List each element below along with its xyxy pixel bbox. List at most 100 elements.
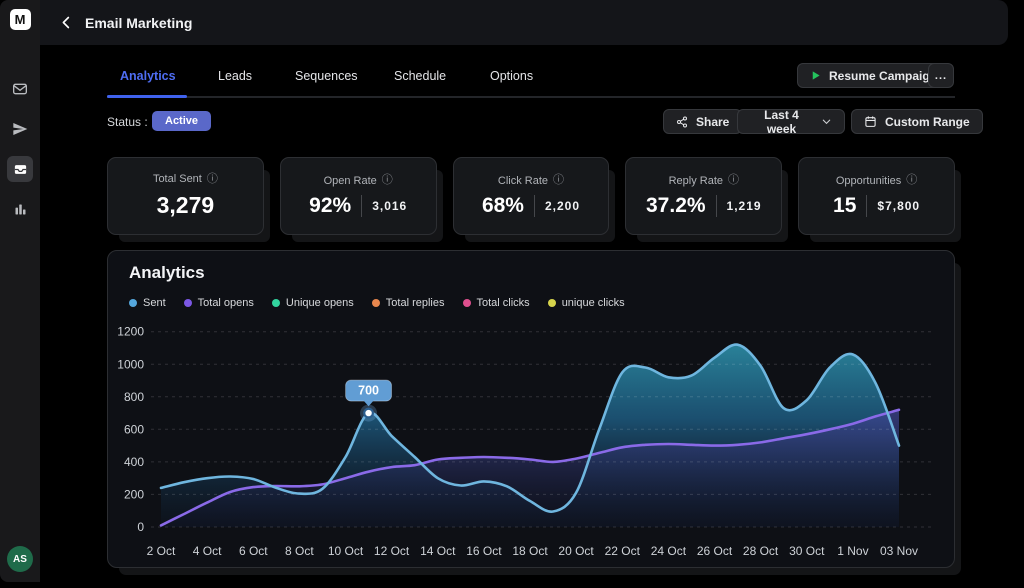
stat-sub-value: 2,200 xyxy=(545,199,580,213)
stat-label: Total Sent xyxy=(153,173,202,185)
x-axis-tick: 30 Oct xyxy=(789,544,825,558)
back-button[interactable] xyxy=(55,12,77,34)
app-window: M A xyxy=(0,0,1024,588)
legend-item: Sent xyxy=(129,297,166,309)
date-range-dropdown[interactable]: Last 4 week xyxy=(737,109,845,134)
tooltip-marker-dot xyxy=(364,409,373,418)
tooltip-value: 700 xyxy=(358,384,379,398)
custom-range-button[interactable]: Custom Range xyxy=(851,109,983,134)
y-axis-tick: 400 xyxy=(124,455,144,469)
stat-value: 37.2% xyxy=(646,194,706,218)
top-bar: Email Marketing xyxy=(40,0,1008,45)
tabs-divider xyxy=(107,96,955,98)
x-axis-tick: 8 Oct xyxy=(285,544,314,558)
legend-item: Total opens xyxy=(184,297,254,309)
tab-schedule[interactable]: Schedule xyxy=(394,69,446,83)
analytics-area-chart[interactable]: 0200400600800100012002 Oct4 Oct6 Oct8 Oc… xyxy=(116,316,946,566)
stat-card: Total Sent ⓘ 3,279 xyxy=(107,157,264,235)
stat-value: 3,279 xyxy=(157,192,215,219)
x-axis-tick: 4 Oct xyxy=(193,544,222,558)
app-logo: M xyxy=(10,9,31,30)
info-icon[interactable]: ⓘ xyxy=(906,175,917,186)
x-axis-tick: 10 Oct xyxy=(328,544,364,558)
custom-range-label: Custom Range xyxy=(885,115,970,129)
info-icon[interactable]: ⓘ xyxy=(207,174,218,185)
stats-row: Total Sent ⓘ 3,279 Open Rate ⓘ 92% 3,016… xyxy=(107,157,955,235)
y-axis-tick: 600 xyxy=(124,422,144,436)
legend-label: Total replies xyxy=(386,297,445,309)
legend-item: Total clicks xyxy=(463,297,530,309)
x-axis-tick: 28 Oct xyxy=(743,544,779,558)
stat-divider xyxy=(716,195,717,217)
user-avatar[interactable]: AS xyxy=(7,546,33,572)
stat-card: Reply Rate ⓘ 37.2% 1,219 xyxy=(625,157,782,235)
x-axis-tick: 6 Oct xyxy=(239,544,268,558)
tab-sequences[interactable]: Sequences xyxy=(295,69,358,83)
legend-label: unique clicks xyxy=(562,297,625,309)
stat-divider xyxy=(534,195,535,217)
chart-title: Analytics xyxy=(129,263,205,283)
y-axis-tick: 200 xyxy=(124,487,144,501)
status-badge[interactable]: Active xyxy=(152,111,211,131)
chart-tooltip: 700 xyxy=(346,380,392,422)
x-axis-tick: 03 Nov xyxy=(880,544,918,558)
legend-dot-icon xyxy=(548,299,556,307)
stat-value: 68% xyxy=(482,194,524,218)
stat-label: Reply Rate xyxy=(669,175,723,187)
resume-campaign-label: Resume Campaign xyxy=(829,69,937,83)
x-axis-tick: 20 Oct xyxy=(558,544,594,558)
share-label: Share xyxy=(696,115,729,129)
tab-leads[interactable]: Leads xyxy=(218,69,252,83)
stat-value: 15 xyxy=(833,194,856,218)
more-options-button[interactable]: ... xyxy=(928,63,954,88)
legend-dot-icon xyxy=(272,299,280,307)
analytics-chart-card: Analytics Sent Total opens Unique opens … xyxy=(107,250,955,568)
legend-label: Unique opens xyxy=(286,297,354,309)
info-icon[interactable]: ⓘ xyxy=(382,175,393,186)
share-icon xyxy=(676,116,688,128)
stat-sub-value: $7,800 xyxy=(877,199,920,213)
x-axis-tick: 22 Oct xyxy=(605,544,641,558)
x-axis-tick: 14 Oct xyxy=(420,544,456,558)
tab-options[interactable]: Options xyxy=(490,69,533,83)
sidebar-item-inbox[interactable] xyxy=(7,156,33,182)
legend-label: Sent xyxy=(143,297,166,309)
x-axis-tick: 18 Oct xyxy=(512,544,548,558)
x-axis-tick: 16 Oct xyxy=(466,544,502,558)
sidebar-nav xyxy=(0,30,40,222)
stat-label: Open Rate xyxy=(324,175,377,187)
y-axis-tick: 1000 xyxy=(117,357,144,371)
bar-chart-icon[interactable] xyxy=(7,196,33,222)
tab-analytics[interactable]: Analytics xyxy=(120,69,176,83)
ellipsis-icon: ... xyxy=(935,70,947,82)
legend-item: unique clicks xyxy=(548,297,625,309)
status-label: Status : xyxy=(107,115,148,129)
stat-card: Opportunities ⓘ 15 $7,800 xyxy=(798,157,955,235)
stat-value: 92% xyxy=(309,194,351,218)
legend-item: Total replies xyxy=(372,297,445,309)
chevron-down-icon xyxy=(821,116,832,127)
x-axis-tick: 26 Oct xyxy=(697,544,733,558)
share-button[interactable]: Share xyxy=(663,109,742,134)
y-axis-tick: 0 xyxy=(137,520,144,534)
x-axis-tick: 12 Oct xyxy=(374,544,410,558)
legend-dot-icon xyxy=(184,299,192,307)
stat-label: Opportunities xyxy=(836,175,901,187)
x-axis-tick: 2 Oct xyxy=(147,544,176,558)
stat-card: Open Rate ⓘ 92% 3,016 xyxy=(280,157,437,235)
page-title: Email Marketing xyxy=(85,15,192,31)
legend-dot-icon xyxy=(463,299,471,307)
chart-legend: Sent Total opens Unique opens Total repl… xyxy=(129,297,625,309)
stat-sub-value: 3,016 xyxy=(372,199,407,213)
legend-item: Unique opens xyxy=(272,297,354,309)
legend-dot-icon xyxy=(129,299,137,307)
legend-label: Total clicks xyxy=(477,297,530,309)
send-icon[interactable] xyxy=(7,116,33,142)
info-icon[interactable]: ⓘ xyxy=(728,175,739,186)
x-axis-tick: 24 Oct xyxy=(651,544,687,558)
stat-sub-value: 1,219 xyxy=(727,199,762,213)
play-icon xyxy=(810,70,821,81)
y-axis-tick: 1200 xyxy=(117,325,144,339)
info-icon[interactable]: ⓘ xyxy=(553,175,564,186)
calendar-icon xyxy=(864,115,877,128)
